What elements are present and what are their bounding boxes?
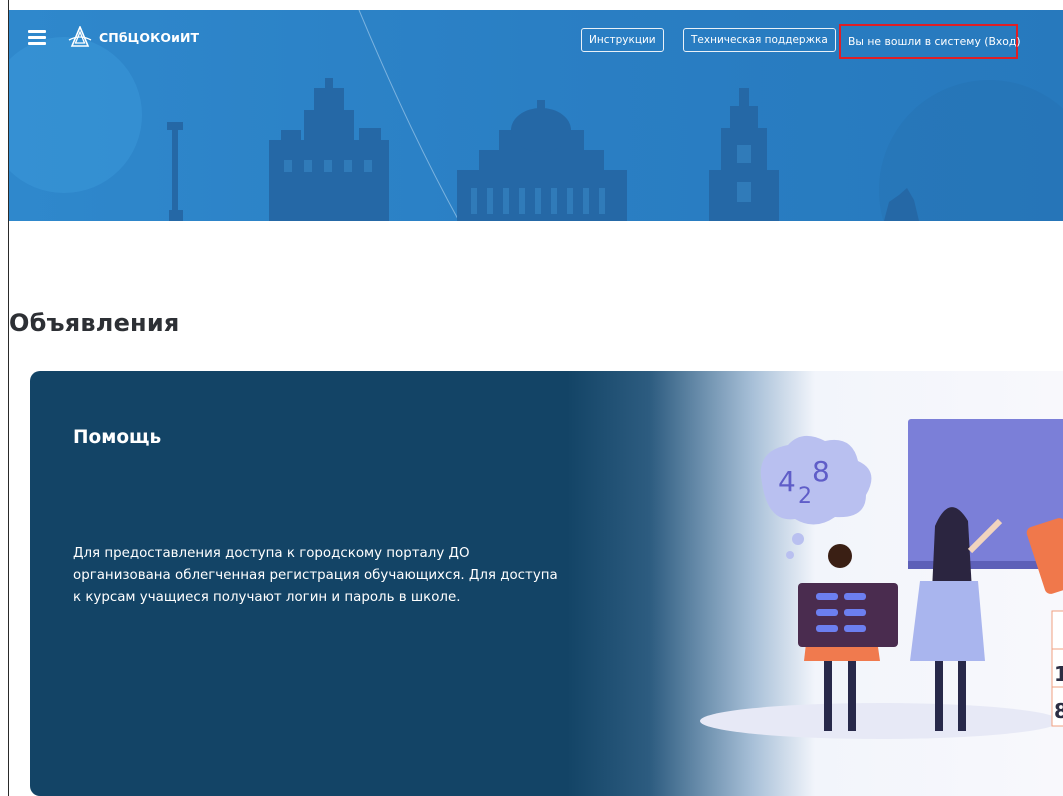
students-illustration: 4 2 8 1 8 (700, 419, 1063, 739)
table-digit-8: 8 (1054, 699, 1063, 723)
bubble-digit-8: 8 (812, 455, 830, 488)
bubble-digit-4: 4 (778, 465, 796, 498)
login-link[interactable]: Вы не вошли в систему (Вход) (839, 24, 1021, 59)
bubble-digit-2: 2 (798, 484, 812, 509)
hamburger-menu-icon[interactable] (28, 30, 46, 45)
instructions-button[interactable]: Инструкции (581, 28, 664, 52)
spbcokoit-logo-icon (68, 26, 92, 47)
announcement-card[interactable]: Помощь Для предоставления доступа к горо… (30, 371, 1063, 796)
site-header: СПбЦОКОиИТ Инструкции Техническая поддер… (9, 10, 1063, 221)
announcement-title: Помощь (73, 427, 162, 448)
table-digit-1: 1 (1054, 662, 1063, 686)
support-button[interactable]: Техническая поддержка (683, 28, 836, 52)
announcements-heading: Объявления (9, 309, 180, 337)
brand-name: СПбЦОКОиИТ (99, 29, 200, 45)
brand-logo-link[interactable]: СПбЦОКОиИТ (68, 26, 199, 48)
announcement-body: Для предоставления доступа к городскому … (73, 546, 558, 605)
